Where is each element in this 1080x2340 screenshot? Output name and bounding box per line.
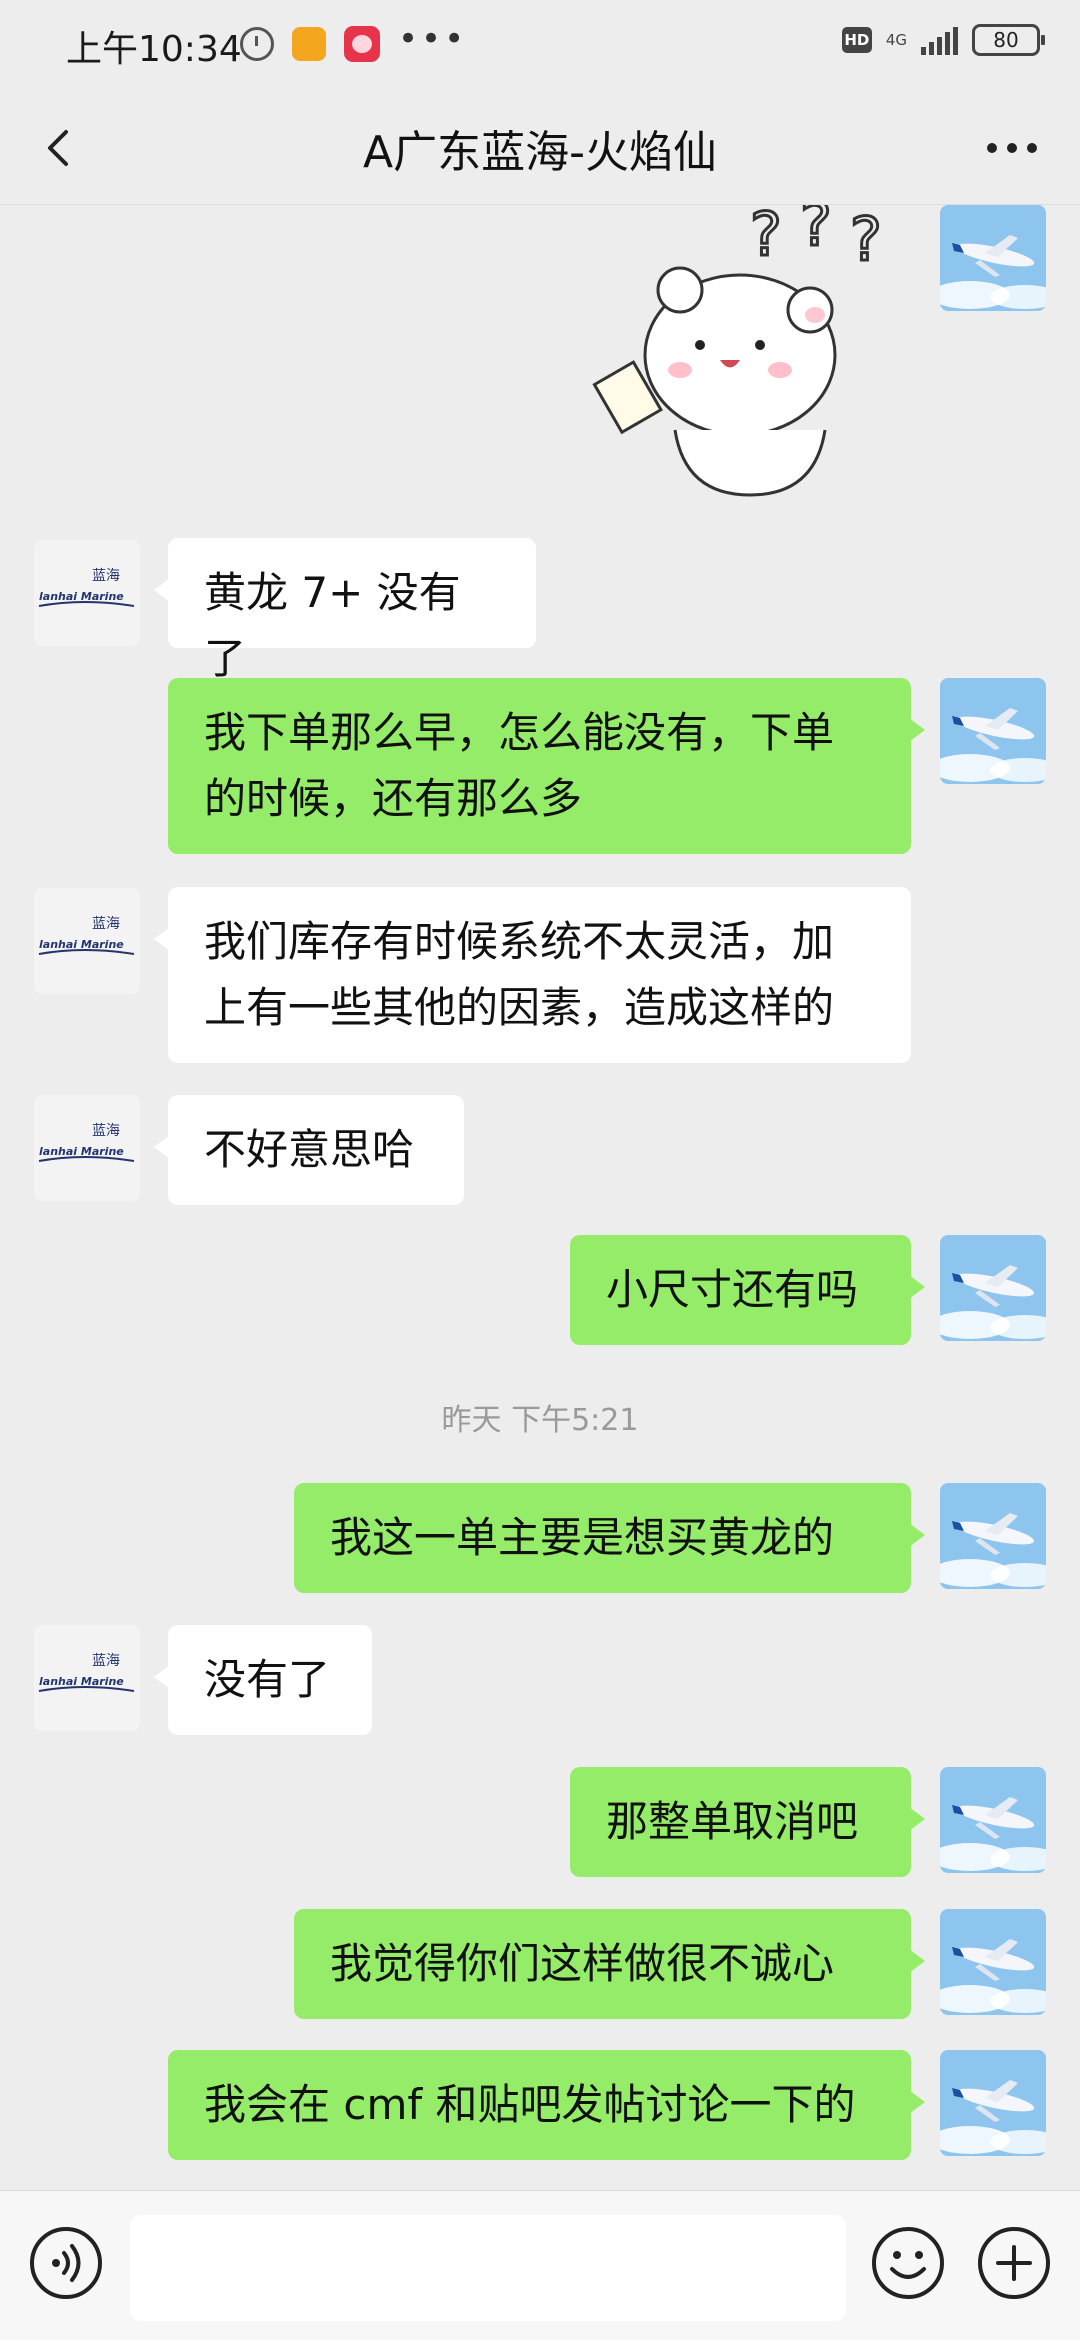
network-type: 4G [885, 30, 907, 49]
svg-text:蓝海: 蓝海 [92, 916, 120, 932]
emoji-icon[interactable] [870, 2225, 946, 2301]
message-bubble[interactable]: 那整单取消吧 [570, 1767, 925, 1877]
airplane-avatar-icon [940, 1909, 1046, 2015]
self-avatar[interactable] [940, 1767, 1046, 1873]
airplane-avatar-icon [940, 205, 1046, 311]
signal-icon [921, 25, 958, 55]
svg-text:?: ? [800, 205, 832, 260]
chat-screen: 上午10:34 ••• HD 4G 80 A广东蓝海-火焰仙 ? ? ? 蓝海 … [0, 0, 1080, 2340]
svg-text:蓝海: 蓝海 [92, 1123, 120, 1139]
message-bubble[interactable]: 我觉得你们这样做很不诚心 [294, 1909, 925, 2019]
contact-avatar[interactable]: 蓝海 lanhai Marine [34, 1095, 140, 1201]
message-bubble[interactable]: 我们库存有时候系统不太灵活，加上有一些其他的因素，造成这样的 [154, 887, 911, 1063]
time-divider: 昨天 下午5:21 [441, 1403, 639, 1438]
sticker[interactable]: ? ? ? [585, 205, 925, 505]
plus-icon[interactable] [976, 2225, 1052, 2301]
status-notification-icons: ••• [240, 19, 467, 62]
self-avatar[interactable] [940, 1909, 1046, 2015]
message-text: 我会在 cmf 和贴吧发帖讨论一下的 [204, 2080, 856, 2129]
message-input[interactable] [130, 2215, 846, 2321]
status-time: 上午10:34 [66, 29, 242, 70]
lanhai-logo-icon: 蓝海 lanhai Marine [34, 888, 140, 994]
airplane-avatar-icon [940, 1767, 1046, 1873]
message-text: 没有了 [204, 1655, 331, 1704]
lanhai-logo-icon: 蓝海 lanhai Marine [34, 1625, 140, 1731]
lanhai-logo-icon: 蓝海 lanhai Marine [34, 1095, 140, 1201]
airplane-avatar-icon [940, 1483, 1046, 1589]
svg-text:蓝海: 蓝海 [92, 568, 120, 584]
message-bubble[interactable]: 小尺寸还有吗 [570, 1235, 925, 1345]
voice-input-icon[interactable] [28, 2225, 104, 2301]
lanhai-logo-icon: 蓝海 lanhai Marine [34, 540, 140, 646]
airplane-avatar-icon [940, 2050, 1046, 2156]
message-bubble[interactable]: 黄龙 7+ 没有了 [154, 538, 536, 683]
message-text: 我这一单主要是想买黄龙的 [330, 1513, 835, 1562]
nav-bar: A广东蓝海-火焰仙 [0, 90, 1080, 205]
message-bubble[interactable]: 没有了 [154, 1625, 372, 1735]
svg-text:?: ? [850, 205, 882, 275]
contact-avatar[interactable]: 蓝海 lanhai Marine [34, 888, 140, 994]
message-text: 那整单取消吧 [606, 1797, 859, 1846]
self-avatar[interactable] [940, 678, 1046, 784]
airplane-avatar-icon [940, 678, 1046, 784]
self-avatar[interactable] [940, 1235, 1046, 1341]
svg-text:?: ? [750, 205, 782, 270]
shopping-app-icon [344, 26, 380, 62]
message-bubble[interactable]: 我这一单主要是想买黄龙的 [294, 1483, 925, 1593]
svg-text:蓝海: 蓝海 [92, 1653, 120, 1669]
message-row: ? ? ? [0, 205, 1080, 505]
message-text: 小尺寸还有吗 [606, 1265, 859, 1314]
status-bar: 上午10:34 ••• HD 4G 80 [0, 0, 1080, 90]
message-bubble[interactable]: 不好意思哈 [154, 1095, 464, 1205]
battery-icon: 80 [972, 24, 1045, 56]
message-text: 不好意思哈 [204, 1125, 415, 1174]
self-avatar[interactable] [940, 2050, 1046, 2156]
message-text: 我下单那么早，怎么能没有，下单的时候，还有那么多 [204, 708, 835, 823]
message-text: 我们库存有时候系统不太灵活，加上有一些其他的因素，造成这样的 [204, 917, 835, 1032]
hd-icon: HD [841, 27, 872, 53]
message-bubble[interactable]: 我会在 cmf 和贴吧发帖讨论一下的 [168, 2050, 925, 2160]
self-avatar[interactable] [940, 205, 1046, 311]
message-bubble[interactable]: 我下单那么早，怎么能没有，下单的时候，还有那么多 [168, 678, 925, 854]
contact-avatar[interactable]: 蓝海 lanhai Marine [34, 540, 140, 646]
status-system-icons: HD 4G 80 [841, 24, 1045, 56]
message-text: 黄龙 7+ 没有了 [204, 568, 461, 683]
more-options-icon[interactable] [980, 120, 1044, 176]
self-avatar[interactable] [940, 1483, 1046, 1589]
message-text: 我觉得你们这样做很不诚心 [330, 1939, 835, 1988]
message-list[interactable]: ? ? ? 蓝海 lanhai Marine 黄龙 7+ 没有了 我下单那么早，… [0, 205, 1080, 2190]
input-bar [0, 2190, 1080, 2340]
chat-title: A广东蓝海-火焰仙 [363, 127, 717, 178]
more-notifications-icon: ••• [398, 19, 468, 59]
contact-avatar[interactable]: 蓝海 lanhai Marine [34, 1625, 140, 1731]
alarm-icon [240, 27, 274, 61]
airplane-avatar-icon [940, 1235, 1046, 1341]
notes-app-icon [292, 27, 326, 61]
battery-level: 80 [993, 28, 1019, 52]
